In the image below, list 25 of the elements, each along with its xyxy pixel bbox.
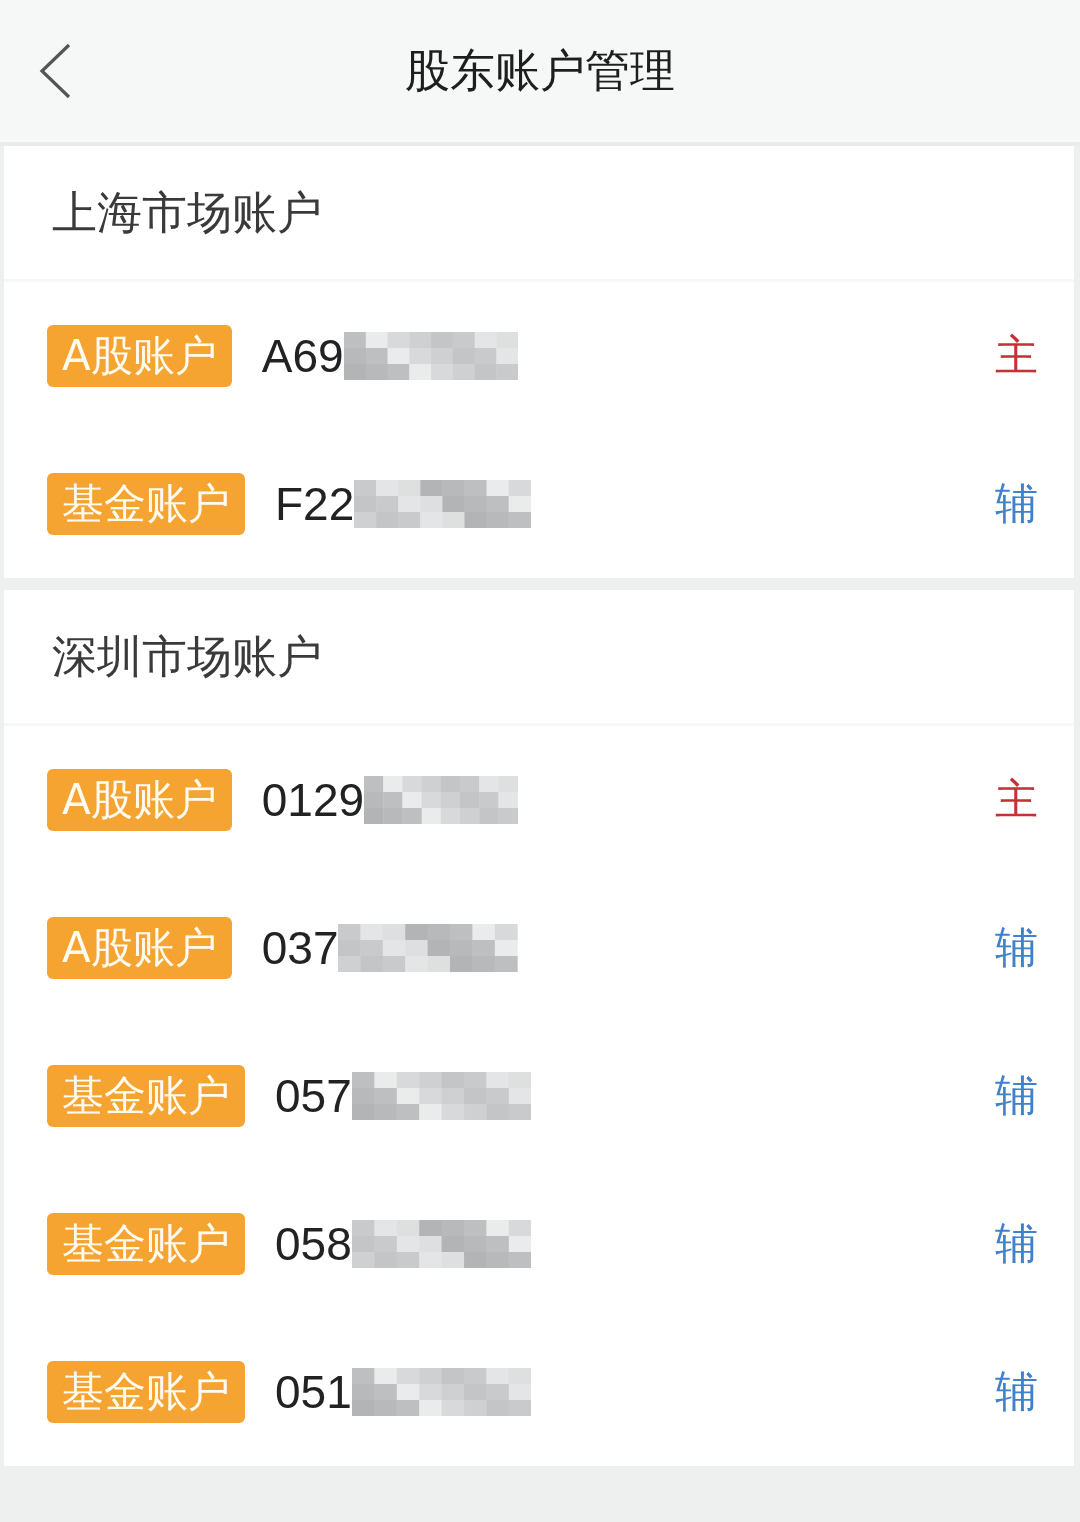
account-number: F22 xyxy=(275,477,355,531)
account-type-tag: A股账户 xyxy=(47,769,232,831)
primary-account-label: 主 xyxy=(995,773,1038,826)
section-title: 深圳市场账户 xyxy=(52,628,322,685)
account-number: A69 xyxy=(261,329,344,383)
account-type-tag: A股账户 xyxy=(47,917,232,979)
account-number: 058 xyxy=(275,1217,352,1271)
account-type-tag: 基金账户 xyxy=(47,1361,245,1423)
account-type-tag: 基金账户 xyxy=(47,1213,245,1275)
secondary-account-label: 辅 xyxy=(995,1365,1038,1418)
account-number: 051 xyxy=(275,1365,352,1419)
account-type-tag: 基金账户 xyxy=(47,473,245,535)
account-number: 037 xyxy=(261,921,339,975)
secondary-account-label: 辅 xyxy=(995,1069,1038,1122)
secondary-account-label: 辅 xyxy=(995,477,1038,530)
secondary-account-label: 辅 xyxy=(995,921,1038,974)
section-title: 上海市场账户 xyxy=(52,184,322,241)
page-title: 股东账户管理 xyxy=(404,43,676,99)
account-number: 057 xyxy=(275,1069,352,1123)
back-icon[interactable] xyxy=(38,43,72,99)
primary-account-label: 主 xyxy=(995,329,1038,382)
secondary-account-label: 辅 xyxy=(995,1217,1038,1270)
account-type-tag: 基金账户 xyxy=(47,1065,245,1127)
account-type-tag: A股账户 xyxy=(47,325,232,387)
account-number: 0129 xyxy=(261,773,365,827)
